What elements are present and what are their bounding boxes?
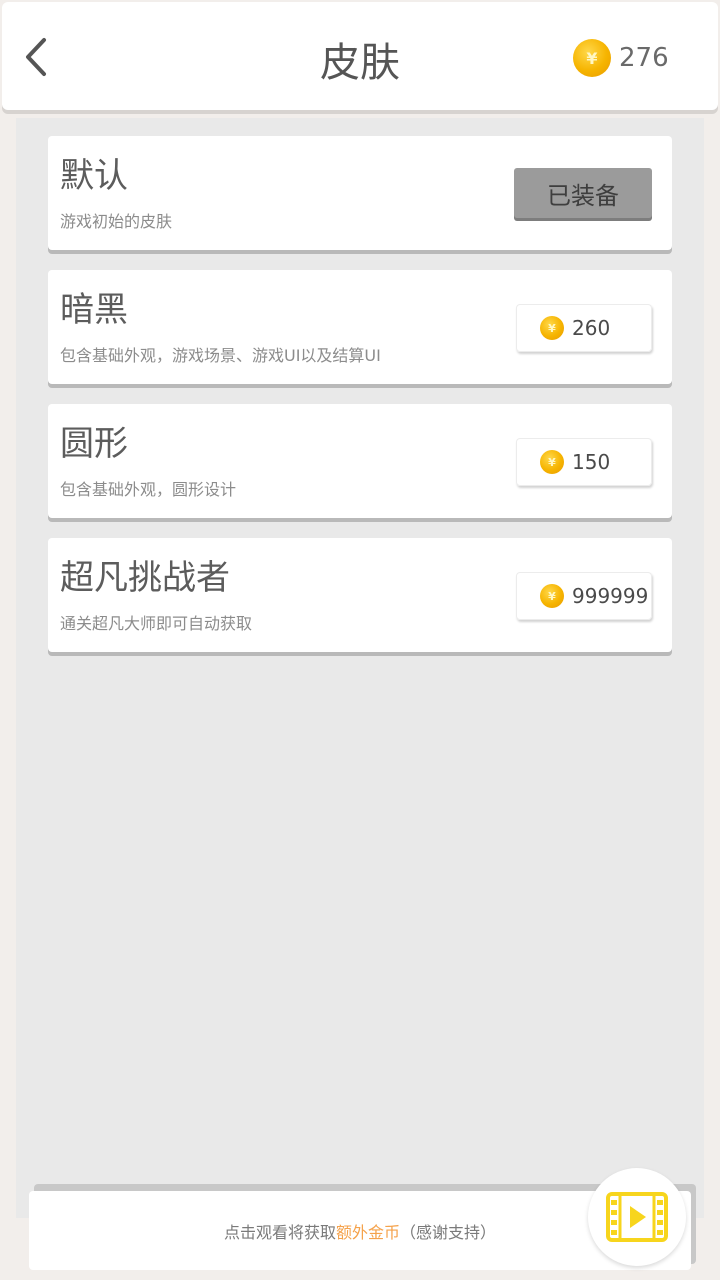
coin-icon: ¥ xyxy=(540,450,564,474)
watch-video-button[interactable] xyxy=(588,1168,686,1266)
price-label: 150 xyxy=(572,450,611,474)
buy-button[interactable]: ¥ 999999 xyxy=(516,572,652,620)
skin-card-dark[interactable]: 暗黑 包含基础外观，游戏场景、游戏UI以及结算UI ¥ 260 xyxy=(48,270,672,384)
skin-name: 暗黑 xyxy=(60,290,128,330)
skin-description: 包含基础外观，游戏场景、游戏UI以及结算UI xyxy=(60,346,381,365)
skin-name: 圆形 xyxy=(60,424,128,464)
coin-icon: ¥ xyxy=(573,39,611,77)
footer-text-after: （感谢支持） xyxy=(400,1222,497,1242)
buy-button[interactable]: ¥ 260 xyxy=(516,304,652,352)
footer-text-before: 点击观看将获取 xyxy=(223,1222,336,1242)
skin-description: 通关超凡大师即可自动获取 xyxy=(60,614,253,633)
price-label: 999999 xyxy=(572,584,649,608)
skin-name: 超凡挑战者 xyxy=(60,558,230,598)
buy-button[interactable]: ¥ 150 xyxy=(516,438,652,486)
skin-card-round[interactable]: 圆形 包含基础外观，圆形设计 ¥ 150 xyxy=(48,404,672,518)
coin-icon: ¥ xyxy=(540,584,564,608)
skin-description: 包含基础外观，圆形设计 xyxy=(60,480,237,499)
top-bar: 皮肤 ¥ 276 xyxy=(2,2,718,110)
film-play-icon xyxy=(606,1192,668,1242)
price-label: 260 xyxy=(572,316,611,340)
skin-name: 默认 xyxy=(60,156,128,196)
skin-card-challenger[interactable]: 超凡挑战者 通关超凡大师即可自动获取 ¥ 999999 xyxy=(48,538,672,652)
coin-count: 276 xyxy=(619,43,669,73)
skin-card-default[interactable]: 默认 游戏初始的皮肤 已装备 xyxy=(48,136,672,250)
coin-balance: ¥ 276 xyxy=(573,38,669,78)
footer-text-highlight: 额外金币 xyxy=(335,1222,400,1242)
skin-description: 游戏初始的皮肤 xyxy=(60,212,173,231)
equipped-button[interactable]: 已装备 xyxy=(514,168,652,218)
coin-icon: ¥ xyxy=(540,316,564,340)
